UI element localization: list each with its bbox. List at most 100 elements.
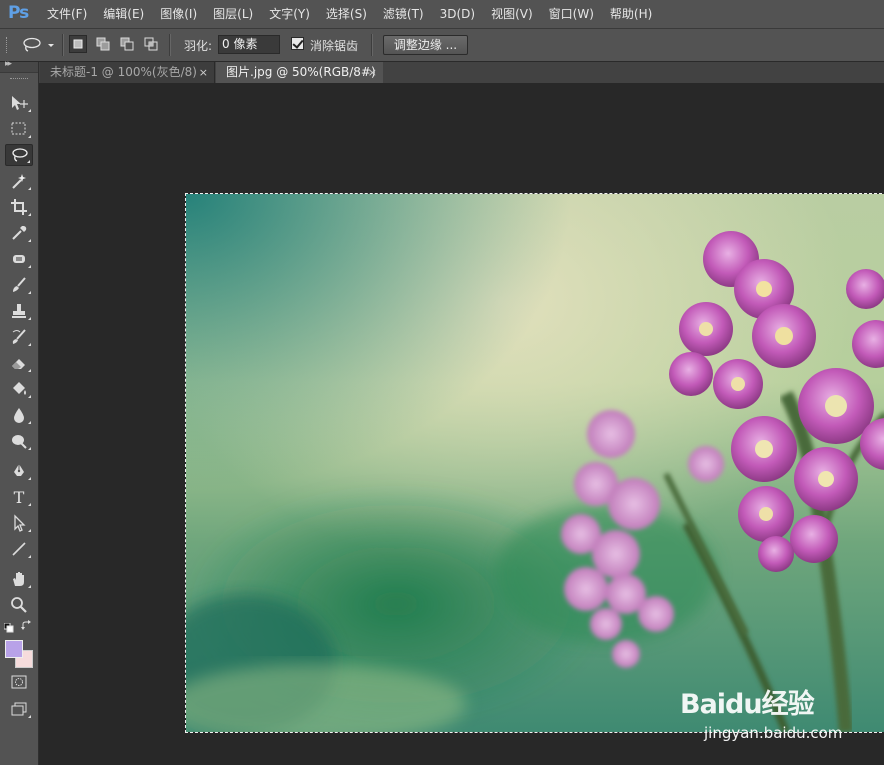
options-bar: 羽化: 0 像素 消除锯齿 调整边缘 ... <box>0 29 884 62</box>
tool-flyout-indicator <box>28 395 31 398</box>
watermark-url: jingyan.baidu.com <box>704 724 843 742</box>
blur-tool[interactable] <box>5 404 33 426</box>
photoshop-logo: Ps <box>8 3 29 23</box>
swap-arrow-icon <box>21 620 31 630</box>
tool-flyout-indicator <box>28 529 31 532</box>
eraser-tool-icon <box>12 359 25 369</box>
brush-tool[interactable] <box>5 274 33 296</box>
menu-layer[interactable]: 图层(L) <box>213 0 261 28</box>
quick-mask-button[interactable] <box>5 671 33 693</box>
menu-window[interactable]: 窗口(W) <box>549 0 602 28</box>
magic-wand-tool-icon <box>12 174 26 189</box>
feather-input[interactable]: 0 像素 <box>218 35 280 54</box>
lasso-preset-icon <box>23 37 54 52</box>
options-bar-grip[interactable] <box>6 37 11 53</box>
lasso-tool[interactable] <box>5 144 33 166</box>
tool-flyout-indicator <box>28 715 31 718</box>
lasso-tool-icon <box>12 148 28 162</box>
tool-flyout-indicator <box>28 555 31 558</box>
tool-flyout-indicator <box>28 343 31 346</box>
tab-label: 未标题-1 @ 100%(灰色/8) <box>50 65 197 79</box>
clone-stamp-tool[interactable] <box>5 300 33 322</box>
selection-marquee <box>185 193 884 733</box>
menu-select[interactable]: 选择(S) <box>326 0 375 28</box>
menu-help[interactable]: 帮助(H) <box>610 0 660 28</box>
default-colors-swatch-icon <box>3 622 14 633</box>
tool-flyout-indicator <box>28 369 31 372</box>
tool-flyout-indicator <box>28 265 31 268</box>
menu-image[interactable]: 图像(I) <box>160 0 205 28</box>
path-selection-tool[interactable] <box>5 512 33 534</box>
tab-untitled-1[interactable]: 未标题-1 @ 100%(灰色/8) × <box>40 62 215 83</box>
options-separator <box>62 34 64 56</box>
menu-file[interactable]: 文件(F) <box>47 0 95 28</box>
crop-tool[interactable] <box>5 196 33 218</box>
default-colors-icon[interactable] <box>3 622 14 633</box>
tool-flyout-indicator <box>28 317 31 320</box>
dodge-tool-icon <box>12 435 27 449</box>
move-tool[interactable] <box>5 92 33 114</box>
marquee-tool-icon <box>11 122 26 135</box>
menu-filter[interactable]: 滤镜(T) <box>383 0 432 28</box>
eraser-tool[interactable] <box>5 352 33 374</box>
close-icon[interactable]: × <box>199 62 208 83</box>
tool-preset-picker[interactable] <box>20 36 58 54</box>
menu-3d[interactable]: 3D(D) <box>440 0 483 28</box>
clone-stamp-tool-icon <box>12 304 26 318</box>
intersect-selection-button[interactable] <box>142 35 160 53</box>
subtract-selection-button[interactable] <box>118 35 136 53</box>
marquee-tool[interactable] <box>5 118 33 140</box>
spot-healing-tool-icon <box>13 255 25 263</box>
move-tool-icon <box>12 96 28 110</box>
new-selection-icon <box>73 39 83 49</box>
paint-bucket-tool[interactable] <box>5 378 33 400</box>
options-separator <box>169 34 171 56</box>
history-brush-tool-icon <box>12 329 26 344</box>
screen-mode-button[interactable] <box>5 698 33 720</box>
tool-flyout-indicator <box>28 585 31 588</box>
eyedropper-tool-icon <box>12 226 27 240</box>
baidu-jingyan-watermark: Bai⁠du经验 <box>680 689 815 720</box>
refine-edge-button[interactable]: 调整边缘 ... <box>383 35 468 55</box>
intersect-selection-icon <box>144 37 158 51</box>
line-tool-icon <box>12 542 26 556</box>
antialias-checkbox[interactable] <box>291 37 304 50</box>
tool-flyout-indicator <box>28 187 31 190</box>
tab-label: 图片.jpg @ 50%(RGB/8#) <box>226 65 376 79</box>
menu-type[interactable]: 文字(Y) <box>269 0 318 28</box>
new-selection-button[interactable] <box>69 35 87 53</box>
foreground-color-swatch[interactable] <box>5 640 23 658</box>
pen-tool[interactable] <box>5 460 33 482</box>
line-tool[interactable] <box>5 538 33 560</box>
hand-tool[interactable] <box>5 568 33 590</box>
path-selection-tool-icon <box>14 514 26 532</box>
tool-flyout-indicator <box>28 213 31 216</box>
tab-image-jpg[interactable]: 图片.jpg @ 50%(RGB/8#) × <box>216 62 383 83</box>
close-icon[interactable]: × <box>368 62 377 83</box>
eyedropper-tool[interactable] <box>5 222 33 244</box>
canvas-area[interactable]: Bai⁠du经验 jingyan.baidu.com <box>39 83 884 765</box>
toolbox-grip[interactable] <box>10 78 28 81</box>
document-tab-bar: 未标题-1 @ 100%(灰色/8) × 图片.jpg @ 50%(RGB/8#… <box>39 62 884 84</box>
main-menu: 文件(F) 编辑(E) 图像(I) 图层(L) 文字(Y) 选择(S) 滤镜(T… <box>47 0 668 28</box>
options-separator <box>371 34 373 56</box>
hand-tool-icon <box>13 572 24 586</box>
dodge-tool[interactable] <box>5 430 33 452</box>
feather-label: 羽化: <box>184 39 213 53</box>
zoom-tool[interactable] <box>5 594 33 616</box>
swap-colors-icon[interactable] <box>21 620 33 632</box>
magic-wand-tool[interactable] <box>5 170 33 192</box>
menu-bar: Ps 文件(F) 编辑(E) 图像(I) 图层(L) 文字(Y) 选择(S) 滤… <box>0 0 884 29</box>
menu-edit[interactable]: 编辑(E) <box>103 0 152 28</box>
toolbox: ▸▸ T <box>0 59 39 765</box>
screen-mode-icon <box>11 702 27 716</box>
menu-view[interactable]: 视图(V) <box>491 0 541 28</box>
zoom-tool-icon <box>11 597 27 613</box>
add-selection-button[interactable] <box>94 35 112 53</box>
history-brush-tool[interactable] <box>5 326 33 348</box>
antialias-label: 消除锯齿 <box>310 39 359 53</box>
toolbox-header[interactable]: ▸▸ <box>0 59 38 73</box>
type-tool[interactable]: T <box>5 486 33 508</box>
spot-healing-tool[interactable] <box>5 248 33 270</box>
tool-flyout-indicator <box>28 109 31 112</box>
